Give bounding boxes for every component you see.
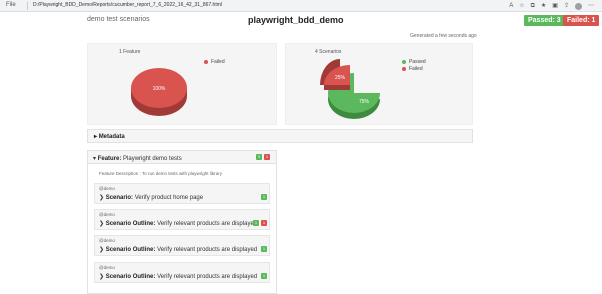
scenario-title: ❯ Scenario: Verify product home page: [99, 194, 203, 201]
pie-slice-label: 100%: [153, 86, 166, 92]
scenario-name: Verify relevant products are displayed: [157, 247, 258, 253]
scenario-tag: @demo: [99, 265, 115, 270]
favorite-icon[interactable]: ☆: [519, 2, 524, 10]
divider: [27, 2, 28, 10]
scenario-card[interactable]: @demo ❯ Scenario Outline: Verify relevan…: [94, 209, 270, 230]
feature-fail-count: 1: [264, 154, 270, 160]
features-legend: Failed: [204, 58, 225, 65]
features-chart-title: 1 Feature: [119, 49, 141, 55]
page-title: playwright_bdd_demo: [248, 15, 344, 25]
scenario-card[interactable]: @demo ❯ Scenario: Verify product home pa…: [94, 183, 270, 204]
scenario-title: ❯ Scenario Outline: Verify relevant prod…: [99, 220, 257, 227]
pie-failed-label: 25%: [335, 75, 346, 81]
file-info-label[interactable]: File: [6, 2, 16, 8]
scenarios-legend: Passed Failed: [402, 58, 426, 72]
scenarios-chart-panel: 4 Scenarios 25% 75% Passed Failed: [285, 43, 473, 125]
legend-marker: [402, 66, 406, 71]
pie-side-failed: [324, 85, 350, 90]
url-text[interactable]: D:/Playwright_BDD_Demo/Reports/cucumber_…: [33, 2, 222, 8]
generated-timestamp: Generated a few seconds ago: [410, 33, 477, 39]
legend-label: Failed: [409, 65, 423, 72]
profile-avatar-icon[interactable]: [575, 2, 582, 10]
scenario-card[interactable]: @demo ❯ Scenario Outline: Verify relevan…: [94, 235, 270, 256]
scenario-pass-count: 1: [261, 194, 267, 200]
scenario-title: ❯ Scenario Outline: Verify relevant prod…: [99, 246, 257, 253]
scenario-keyword: Scenario Outline:: [105, 274, 156, 280]
scenario-name: Verify relevant products are displayed: [157, 274, 258, 280]
scenario-fail-count: 1: [261, 220, 267, 226]
scenario-pass-count: 1: [253, 220, 259, 226]
collections-icon[interactable]: ▣: [552, 2, 558, 10]
scenario-title: ❯ Scenario Outline: Verify relevant prod…: [99, 273, 257, 280]
scenario-keyword: Scenario Outline:: [105, 247, 156, 253]
feature-description: Feature Description : To run demo tests …: [99, 171, 222, 176]
scenario-tag: @demo: [99, 238, 115, 243]
scenario-card[interactable]: @demo ❯ Scenario Outline: Verify relevan…: [94, 262, 270, 283]
caret-right-icon: ❯: [99, 247, 106, 253]
scenario-pass-count: 1: [261, 246, 267, 252]
legend-item-failed[interactable]: Failed: [402, 65, 426, 72]
scenario-keyword: Scenario Outline:: [105, 221, 156, 227]
passed-badge: Passed: 3: [524, 15, 565, 26]
scenario-keyword: Scenario:: [105, 195, 134, 201]
project-name: demo test scenarios: [87, 16, 150, 23]
scenario-tag: @demo: [99, 212, 115, 217]
feature-card: ▾ Feature: Playwright demo tests 3 1 Fea…: [87, 150, 277, 294]
legend-label: Failed: [211, 58, 225, 65]
scenarios-pie-chart: 25% 75%: [320, 59, 380, 119]
metadata-label: Metadata: [98, 134, 125, 140]
legend-marker: [402, 59, 406, 64]
scenario-pass-count: 1: [261, 273, 267, 279]
browser-address-bar: File D:/Playwright_BDD_Demo/Reports/cucu…: [0, 0, 602, 12]
metadata-section[interactable]: ▸ Metadata: [87, 129, 473, 143]
feature-header[interactable]: ▾ Feature: Playwright demo tests 3 1: [88, 151, 276, 164]
caret-right-icon: ❯: [99, 221, 106, 227]
caret-right-icon: ❯: [99, 274, 106, 280]
read-aloud-icon[interactable]: A: [509, 2, 513, 10]
legend-marker: [204, 59, 208, 64]
metadata-toggle[interactable]: ▸ Metadata: [94, 133, 125, 140]
favorites-list-icon[interactable]: ★: [541, 2, 546, 10]
extensions-icon[interactable]: ⧉: [531, 2, 535, 10]
browser-toolbar: A ☆ ⧉ ★ ▣ ⇪ ⋯: [509, 2, 594, 10]
scenario-name: Verify relevant products are displayed: [157, 221, 258, 227]
feature-keyword: Feature:: [97, 156, 122, 162]
more-options-icon[interactable]: ⋯: [588, 2, 594, 10]
scenario-tag: @demo: [99, 186, 115, 191]
caret-right-icon: ❯: [99, 195, 106, 201]
features-chart-panel: 1 Feature 100% Failed: [87, 43, 277, 125]
feature-title: ▾ Feature: Playwright demo tests: [93, 155, 182, 162]
failed-badge: Failed: 1: [563, 15, 600, 26]
share-icon[interactable]: ⇪: [564, 2, 569, 10]
legend-item-failed[interactable]: Failed: [204, 58, 225, 65]
scenario-name: Verify product home page: [134, 195, 204, 201]
feature-pass-count: 3: [256, 154, 262, 160]
legend-item-passed[interactable]: Passed: [402, 58, 426, 65]
feature-name: Playwright demo tests: [123, 156, 182, 162]
legend-label: Passed: [409, 58, 426, 65]
scenarios-chart-title: 4 Scenarios: [315, 49, 342, 55]
pie-passed-label: 75%: [359, 99, 370, 105]
features-pie-chart: 100%: [131, 68, 187, 116]
